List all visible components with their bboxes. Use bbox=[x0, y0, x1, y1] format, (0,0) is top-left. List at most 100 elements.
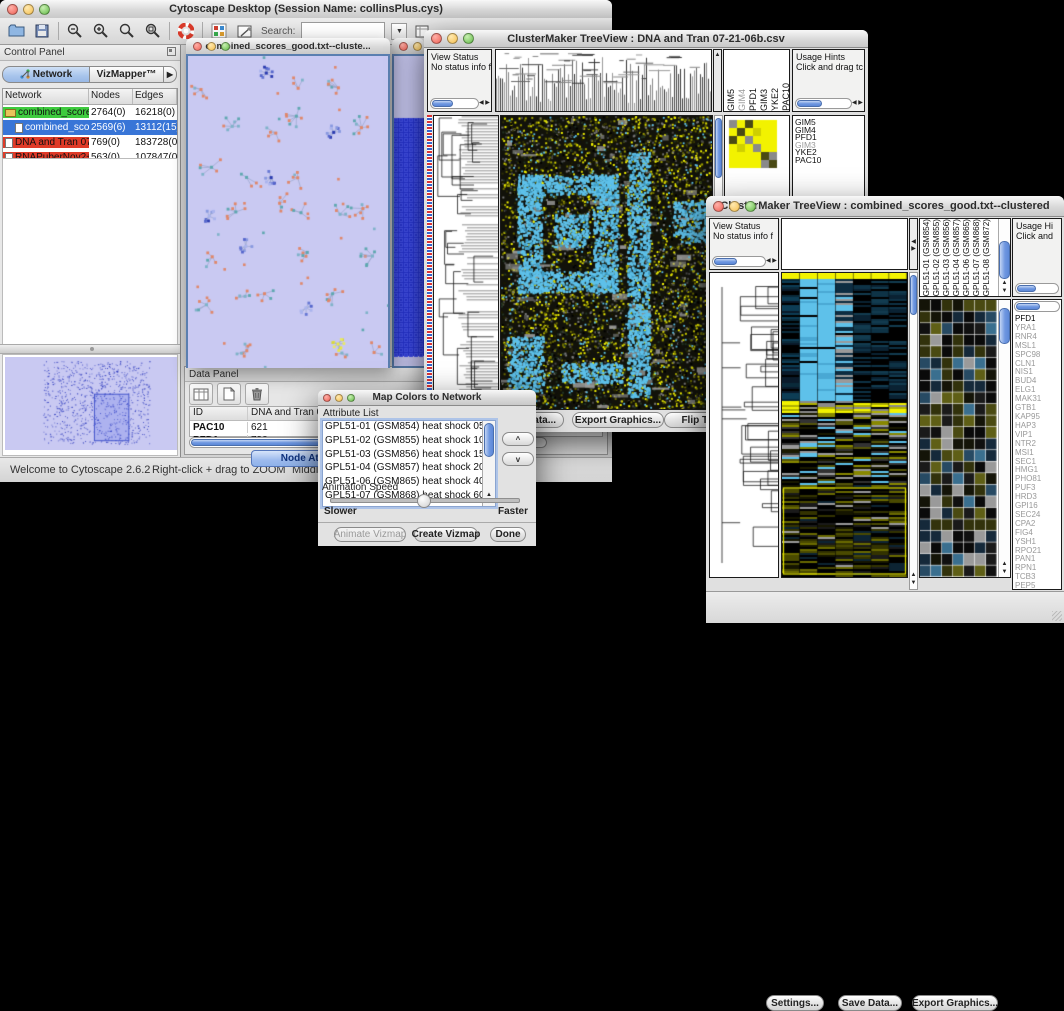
save-icon[interactable] bbox=[32, 22, 52, 40]
dense-network-canvas[interactable] bbox=[394, 56, 424, 366]
zoom-in-icon[interactable] bbox=[91, 22, 111, 40]
treeview2-column-labels: GPL51-01 (GSM854)GPL51-02 (GSM855)GPL51-… bbox=[919, 218, 1011, 297]
settings-button[interactable]: Settings... bbox=[766, 995, 824, 1011]
zoom-button[interactable] bbox=[347, 394, 355, 402]
main-titlebar[interactable]: Cytoscape Desktop (Session Name: collins… bbox=[0, 0, 612, 19]
zoom-button[interactable] bbox=[39, 4, 50, 15]
resize-grip[interactable] bbox=[1052, 611, 1062, 621]
attribute-list-scrollbar[interactable]: ▲▼ bbox=[482, 421, 495, 506]
float-panel-icon[interactable] bbox=[167, 47, 176, 59]
close-button[interactable] bbox=[7, 4, 18, 15]
attribute-item[interactable]: GPL51-04 (GSM857) heat shock 20 min bbox=[323, 462, 483, 476]
scrollbar-thumb[interactable] bbox=[1016, 303, 1040, 310]
attribute-item[interactable]: GPL51-02 (GSM855) heat shock 10 min bbox=[323, 435, 483, 449]
close-button[interactable] bbox=[713, 201, 724, 212]
window-controls bbox=[7, 4, 50, 15]
minimize-button[interactable] bbox=[447, 33, 458, 44]
new-attribute-icon[interactable] bbox=[217, 383, 241, 405]
zoom-button[interactable] bbox=[745, 201, 756, 212]
network-overview-panel bbox=[2, 354, 178, 456]
dialog-titlebar[interactable]: Map Colors to Network bbox=[318, 390, 536, 406]
treeview1-view-status-panel: View StatusNo status info f ◀ ▶ bbox=[427, 49, 492, 112]
scrollbar-thumb[interactable] bbox=[999, 241, 1010, 279]
treeview2-window: ClusterMaker TreeView : combined_scores_… bbox=[706, 196, 1064, 623]
column-labels-scrollbar[interactable]: ▲ ▼ bbox=[998, 219, 1010, 296]
column-label: GPL51-07 (GSM868) bbox=[972, 219, 981, 296]
search-dropdown-arrow[interactable]: ▼ bbox=[391, 23, 407, 40]
network-table: Network Nodes Edges combined_scores_2764… bbox=[2, 88, 178, 166]
tab-network[interactable]: Network bbox=[2, 66, 90, 83]
tab-overflow-arrow[interactable]: ▶ bbox=[164, 66, 177, 83]
treeview2-column-dendrogram bbox=[781, 218, 908, 270]
speed-slider[interactable] bbox=[330, 498, 520, 503]
network-table-row[interactable]: combined_scores_2764(0)16218(0) bbox=[3, 105, 177, 120]
network-table-row[interactable]: DNA and Tran 07769(0)183728(0) bbox=[3, 135, 177, 150]
network-tree-empty-area bbox=[2, 158, 178, 345]
treeview2-button-bar: Settings...Save Data...Export Graphics..… bbox=[706, 591, 1064, 623]
view-status-scrollbar[interactable]: ◀ ▶ bbox=[712, 256, 776, 267]
treeview1-titlebar[interactable]: ClusterMaker TreeView : DNA and Tran 07-… bbox=[424, 30, 868, 48]
animate-vizmap-button[interactable]: Animate Vizmap bbox=[334, 527, 406, 542]
export-graphics-button[interactable]: Export Graphics... bbox=[912, 995, 998, 1011]
move-down-button[interactable]: v bbox=[502, 452, 534, 466]
zoom-panel-scrollbar[interactable]: ▲ ▼ bbox=[998, 300, 1010, 577]
zoom-button[interactable] bbox=[221, 42, 230, 51]
scrollbar-thumb[interactable] bbox=[910, 275, 917, 315]
open-icon[interactable] bbox=[6, 22, 26, 40]
scrollbar-thumb[interactable] bbox=[999, 308, 1010, 344]
row-label: PAC10 bbox=[795, 157, 864, 165]
gene-label[interactable]: PEP5 bbox=[1015, 582, 1061, 590]
scrollbar-thumb[interactable] bbox=[484, 423, 494, 457]
column-label: YKE2 bbox=[770, 88, 780, 111]
close-button[interactable] bbox=[193, 42, 202, 51]
zoom-heatmap-canvas[interactable] bbox=[728, 119, 780, 171]
create-vizmap-button[interactable]: Create Vizmap bbox=[414, 527, 478, 542]
zoom-fit-icon[interactable] bbox=[143, 22, 163, 40]
treeview2-zoom-heatmap-panel: ▲ ▼ bbox=[919, 299, 1011, 578]
close-button[interactable] bbox=[431, 33, 442, 44]
done-button[interactable]: Done bbox=[490, 527, 526, 542]
scrollbar-thumb[interactable] bbox=[715, 118, 722, 178]
minimize-button[interactable] bbox=[729, 201, 740, 212]
usage-hints-scrollbar[interactable] bbox=[1015, 283, 1059, 294]
tab-vizmapper[interactable]: VizMapper™ bbox=[90, 66, 164, 83]
column-dendrogram-canvas[interactable] bbox=[496, 50, 711, 111]
minimize-button[interactable] bbox=[207, 42, 216, 51]
minimize-button[interactable] bbox=[23, 4, 34, 15]
close-button[interactable] bbox=[399, 42, 408, 51]
row-dendrogram-canvas[interactable] bbox=[710, 273, 778, 577]
gene-list-hscrollbar[interactable] bbox=[1014, 301, 1060, 312]
panel-splitter[interactable] bbox=[0, 344, 180, 354]
attribute-list[interactable]: GPL51-01 (GSM854) heat shock 05 minGPL51… bbox=[322, 420, 496, 507]
select-attributes-icon[interactable] bbox=[189, 383, 213, 405]
view-status-scrollbar[interactable]: ◀ ▶ bbox=[430, 98, 489, 109]
heatmap-canvas[interactable] bbox=[782, 273, 907, 577]
network-table-row[interactable]: combined_sco2569(6)13112(15) bbox=[3, 120, 177, 135]
zoom-button[interactable] bbox=[463, 33, 474, 44]
usage-hints-scrollbar[interactable]: ◀ ▶ bbox=[795, 98, 862, 109]
network-window-titlebar[interactable]: combined_scores_good.txt--cluste... bbox=[186, 38, 390, 55]
minimize-button[interactable] bbox=[413, 42, 422, 51]
network-view-canvas[interactable] bbox=[188, 56, 388, 368]
delete-attribute-icon[interactable] bbox=[245, 383, 269, 405]
minimize-button[interactable] bbox=[335, 394, 343, 402]
move-up-button[interactable]: ^ bbox=[502, 432, 534, 446]
attribute-item[interactable]: GPL51-03 (GSM856) heat shock 15 min bbox=[323, 449, 483, 463]
treeview2-corner-strip: ◀▶ bbox=[909, 218, 918, 270]
treeview2-heatmap bbox=[781, 272, 908, 578]
network-table-header[interactable]: Network Nodes Edges bbox=[3, 89, 177, 105]
close-button[interactable] bbox=[323, 394, 331, 402]
treeview2-vscrollbar[interactable]: ▲ ▼ bbox=[909, 272, 918, 590]
treeview2-titlebar[interactable]: ClusterMaker TreeView : combined_scores_… bbox=[706, 196, 1064, 217]
save-data-button[interactable]: Save Data... bbox=[838, 995, 902, 1011]
export-graphics-button[interactable]: Export Graphics... bbox=[572, 412, 664, 428]
attribute-item[interactable]: GPL51-01 (GSM854) heat shock 05 min bbox=[323, 421, 483, 435]
zoom-out-icon[interactable] bbox=[65, 22, 85, 40]
zoom-selected-icon[interactable] bbox=[117, 22, 137, 40]
network-overview-canvas[interactable] bbox=[5, 357, 177, 450]
attribute-list-label: Attribute List bbox=[323, 408, 379, 419]
heatmap-canvas[interactable] bbox=[501, 116, 712, 409]
status-welcome: Welcome to Cytoscape 2.6.2 bbox=[10, 464, 150, 476]
zoom-heatmap-canvas[interactable] bbox=[920, 300, 997, 577]
row-dendrogram-canvas[interactable] bbox=[434, 116, 498, 409]
